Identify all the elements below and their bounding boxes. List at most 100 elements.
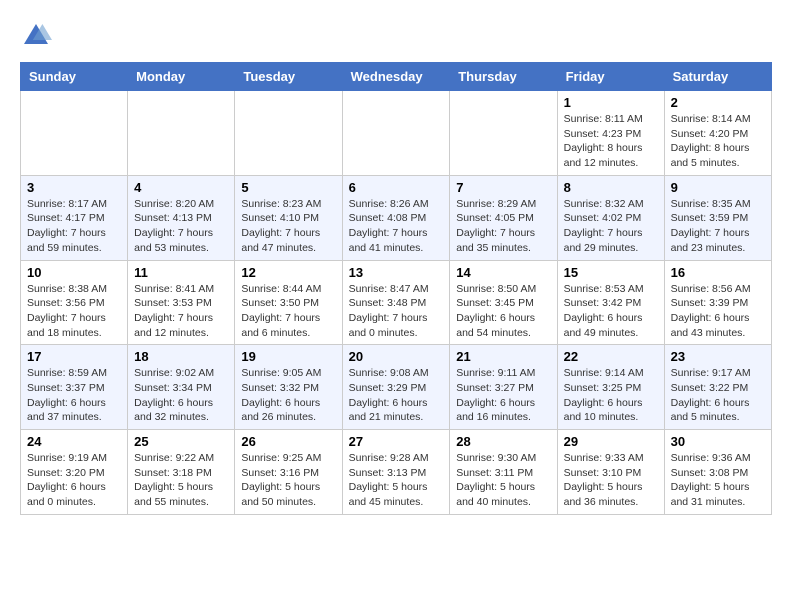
day-info: Sunrise: 9:02 AM Sunset: 3:34 PM Dayligh… — [134, 366, 228, 425]
day-cell: 13 Sunrise: 8:47 AM Sunset: 3:48 PM Dayli… — [342, 260, 450, 345]
day-cell: 14 Sunrise: 8:50 AM Sunset: 3:45 PM Dayli… — [450, 260, 557, 345]
day-info: Sunrise: 9:22 AM Sunset: 3:18 PM Dayligh… — [134, 451, 228, 510]
day-cell: 2 Sunrise: 8:14 AM Sunset: 4:20 PM Daylig… — [664, 91, 771, 176]
day-cell: 9 Sunrise: 8:35 AM Sunset: 3:59 PM Daylig… — [664, 175, 771, 260]
day-cell: 6 Sunrise: 8:26 AM Sunset: 4:08 PM Daylig… — [342, 175, 450, 260]
day-cell — [21, 91, 128, 176]
day-cell: 27 Sunrise: 9:28 AM Sunset: 3:13 PM Dayli… — [342, 430, 450, 515]
day-info: Sunrise: 9:25 AM Sunset: 3:16 PM Dayligh… — [241, 451, 335, 510]
day-number: 19 — [241, 349, 335, 364]
day-number: 15 — [564, 265, 658, 280]
day-cell — [128, 91, 235, 176]
day-number: 26 — [241, 434, 335, 449]
day-number: 11 — [134, 265, 228, 280]
day-cell — [450, 91, 557, 176]
day-number: 14 — [456, 265, 550, 280]
day-info: Sunrise: 8:32 AM Sunset: 4:02 PM Dayligh… — [564, 197, 658, 256]
day-cell: 17Sunrise: 8:59 AM Sunset: 3:37 PM Dayli… — [21, 345, 128, 430]
week-row-5: 24 Sunrise: 9:19 AM Sunset: 3:20 PM Dayli… — [21, 430, 772, 515]
day-cell: 7Sunrise: 8:29 AM Sunset: 4:05 PM Daylig… — [450, 175, 557, 260]
day-cell: 25 Sunrise: 9:22 AM Sunset: 3:18 PM Dayli… — [128, 430, 235, 515]
logo — [20, 20, 56, 52]
week-row-4: 17Sunrise: 8:59 AM Sunset: 3:37 PM Dayli… — [21, 345, 772, 430]
day-number: 18 — [134, 349, 228, 364]
day-cell — [342, 91, 450, 176]
header-wednesday: Wednesday — [342, 63, 450, 91]
day-cell: 26 Sunrise: 9:25 AM Sunset: 3:16 PM Dayli… — [235, 430, 342, 515]
day-info: Sunrise: 9:28 AM Sunset: 3:13 PM Dayligh… — [349, 451, 444, 510]
day-info: Sunrise: 9:19 AM Sunset: 3:20 PM Dayligh… — [27, 451, 121, 510]
week-row-3: 10Sunrise: 8:38 AM Sunset: 3:56 PM Dayli… — [21, 260, 772, 345]
day-number: 30 — [671, 434, 765, 449]
header-monday: Monday — [128, 63, 235, 91]
calendar-header-row: SundayMondayTuesdayWednesdayThursdayFrid… — [21, 63, 772, 91]
day-info: Sunrise: 8:44 AM Sunset: 3:50 PM Dayligh… — [241, 282, 335, 341]
day-info: Sunrise: 9:08 AM Sunset: 3:29 PM Dayligh… — [349, 366, 444, 425]
day-info: Sunrise: 8:50 AM Sunset: 3:45 PM Dayligh… — [456, 282, 550, 341]
day-info: Sunrise: 8:35 AM Sunset: 3:59 PM Dayligh… — [671, 197, 765, 256]
day-number: 5 — [241, 180, 335, 195]
day-number: 20 — [349, 349, 444, 364]
day-cell: 11 Sunrise: 8:41 AM Sunset: 3:53 PM Dayli… — [128, 260, 235, 345]
day-number: 22 — [564, 349, 658, 364]
day-info: Sunrise: 8:29 AM Sunset: 4:05 PM Dayligh… — [456, 197, 550, 256]
day-cell: 5 Sunrise: 8:23 AM Sunset: 4:10 PM Daylig… — [235, 175, 342, 260]
day-cell: 20 Sunrise: 9:08 AM Sunset: 3:29 PM Dayli… — [342, 345, 450, 430]
day-cell: 18 Sunrise: 9:02 AM Sunset: 3:34 PM Dayli… — [128, 345, 235, 430]
day-number: 9 — [671, 180, 765, 195]
day-number: 12 — [241, 265, 335, 280]
logo-icon — [20, 20, 52, 52]
day-info: Sunrise: 8:56 AM Sunset: 3:39 PM Dayligh… — [671, 282, 765, 341]
day-cell: 23 Sunrise: 9:17 AM Sunset: 3:22 PM Dayli… — [664, 345, 771, 430]
day-number: 24 — [27, 434, 121, 449]
header-friday: Friday — [557, 63, 664, 91]
day-cell: 8 Sunrise: 8:32 AM Sunset: 4:02 PM Daylig… — [557, 175, 664, 260]
week-row-1: 1 Sunrise: 8:11 AM Sunset: 4:23 PM Daylig… — [21, 91, 772, 176]
day-info: Sunrise: 8:41 AM Sunset: 3:53 PM Dayligh… — [134, 282, 228, 341]
day-cell: 30Sunrise: 9:36 AM Sunset: 3:08 PM Dayli… — [664, 430, 771, 515]
day-number: 16 — [671, 265, 765, 280]
day-number: 28 — [456, 434, 550, 449]
day-number: 25 — [134, 434, 228, 449]
day-cell: 1 Sunrise: 8:11 AM Sunset: 4:23 PM Daylig… — [557, 91, 664, 176]
day-cell: 10Sunrise: 8:38 AM Sunset: 3:56 PM Dayli… — [21, 260, 128, 345]
day-number: 13 — [349, 265, 444, 280]
day-cell: 29Sunrise: 9:33 AM Sunset: 3:10 PM Dayli… — [557, 430, 664, 515]
day-cell: 21 Sunrise: 9:11 AM Sunset: 3:27 PM Dayli… — [450, 345, 557, 430]
day-number: 27 — [349, 434, 444, 449]
day-cell: 19 Sunrise: 9:05 AM Sunset: 3:32 PM Dayli… — [235, 345, 342, 430]
day-number: 8 — [564, 180, 658, 195]
week-row-2: 3Sunrise: 8:17 AM Sunset: 4:17 PM Daylig… — [21, 175, 772, 260]
page-header — [20, 20, 772, 52]
day-info: Sunrise: 8:47 AM Sunset: 3:48 PM Dayligh… — [349, 282, 444, 341]
day-info: Sunrise: 9:11 AM Sunset: 3:27 PM Dayligh… — [456, 366, 550, 425]
day-info: Sunrise: 9:17 AM Sunset: 3:22 PM Dayligh… — [671, 366, 765, 425]
header-sunday: Sunday — [21, 63, 128, 91]
day-info: Sunrise: 9:14 AM Sunset: 3:25 PM Dayligh… — [564, 366, 658, 425]
day-number: 10 — [27, 265, 121, 280]
day-cell: 4Sunrise: 8:20 AM Sunset: 4:13 PM Daylig… — [128, 175, 235, 260]
day-info: Sunrise: 8:14 AM Sunset: 4:20 PM Dayligh… — [671, 112, 765, 171]
day-number: 2 — [671, 95, 765, 110]
day-number: 3 — [27, 180, 121, 195]
day-cell: 24 Sunrise: 9:19 AM Sunset: 3:20 PM Dayli… — [21, 430, 128, 515]
day-number: 4 — [134, 180, 228, 195]
day-cell: 28Sunrise: 9:30 AM Sunset: 3:11 PM Dayli… — [450, 430, 557, 515]
day-number: 1 — [564, 95, 658, 110]
day-number: 23 — [671, 349, 765, 364]
day-number: 6 — [349, 180, 444, 195]
day-info: Sunrise: 8:11 AM Sunset: 4:23 PM Dayligh… — [564, 112, 658, 171]
day-info: Sunrise: 9:05 AM Sunset: 3:32 PM Dayligh… — [241, 366, 335, 425]
day-info: Sunrise: 8:23 AM Sunset: 4:10 PM Dayligh… — [241, 197, 335, 256]
header-tuesday: Tuesday — [235, 63, 342, 91]
header-saturday: Saturday — [664, 63, 771, 91]
day-info: Sunrise: 8:26 AM Sunset: 4:08 PM Dayligh… — [349, 197, 444, 256]
day-cell — [235, 91, 342, 176]
day-cell: 22 Sunrise: 9:14 AM Sunset: 3:25 PM Dayli… — [557, 345, 664, 430]
day-cell: 12 Sunrise: 8:44 AM Sunset: 3:50 PM Dayli… — [235, 260, 342, 345]
day-info: Sunrise: 9:33 AM Sunset: 3:10 PM Dayligh… — [564, 451, 658, 510]
day-info: Sunrise: 8:53 AM Sunset: 3:42 PM Dayligh… — [564, 282, 658, 341]
day-number: 17 — [27, 349, 121, 364]
day-number: 21 — [456, 349, 550, 364]
day-cell: 16 Sunrise: 8:56 AM Sunset: 3:39 PM Dayli… — [664, 260, 771, 345]
